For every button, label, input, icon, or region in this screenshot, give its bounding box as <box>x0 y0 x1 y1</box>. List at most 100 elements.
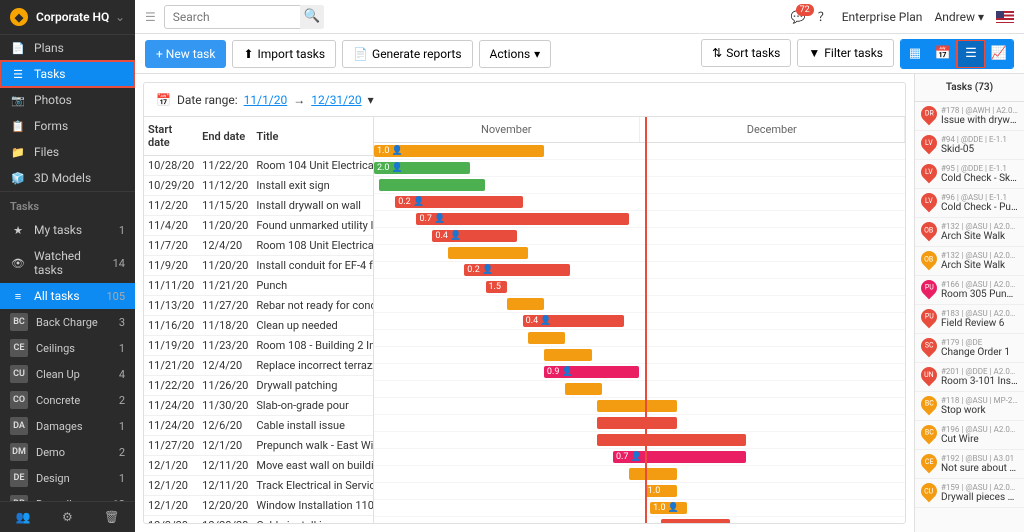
gantt-bar[interactable] <box>528 332 565 344</box>
nav-tasks[interactable]: ☰Tasks <box>0 61 135 87</box>
gantt-bar[interactable] <box>448 247 528 259</box>
category-drywall[interactable]: DRDrywall13 <box>0 491 135 501</box>
task-row[interactable]: 11/4/2011/20/20Found unmarked utility li… <box>144 216 374 236</box>
gantt-bar[interactable]: 0.7 👤 <box>613 451 746 463</box>
trash-icon[interactable]: 🗑 <box>104 510 119 524</box>
gantt-bar[interactable]: 0.4 👤 <box>432 230 517 242</box>
panel-task-item[interactable]: SC#179 | @DEChange Order 1 <box>915 334 1024 363</box>
gantt-bar[interactable] <box>597 434 746 446</box>
generate-reports-button[interactable]: 📄 Generate reports <box>342 40 472 68</box>
search-button[interactable]: 🔍 <box>300 5 324 29</box>
task-row[interactable]: 12/1/2012/20/20Window Installation 1105 <box>144 496 374 516</box>
new-task-button[interactable]: + New task <box>145 40 226 68</box>
panel-task-item[interactable]: BC#196 | @ASU | A2.01-1Cut Wire <box>915 421 1024 450</box>
users-icon[interactable]: 👥 <box>16 510 31 524</box>
date-to[interactable]: 12/31/20 <box>311 93 361 107</box>
panel-task-item[interactable]: CE#192 | @BSU | A3.01Not sure about this… <box>915 450 1024 479</box>
gantt-bar[interactable]: 0.2 👤 <box>395 196 522 208</box>
gear-icon[interactable]: ⚙ <box>62 510 73 524</box>
view-calendar-button[interactable]: 📅 <box>929 40 957 68</box>
col-start[interactable]: Start date <box>144 117 198 156</box>
actions-menu[interactable]: Actions ▾ <box>479 40 552 68</box>
panel-task-item[interactable]: LV#95 | @DDE | E-1.1Cold Check - Skid-05 <box>915 160 1024 189</box>
gantt-bar[interactable] <box>379 179 485 191</box>
panel-task-item[interactable]: CU#159 | @ASU | A2.01-1Drywall pieces on… <box>915 479 1024 508</box>
category-clean-up[interactable]: CUClean Up4 <box>0 361 135 387</box>
gantt-bar[interactable]: 0.4 👤 <box>523 315 624 327</box>
task-row[interactable]: 11/2/2011/15/20Install drywall on wall <box>144 196 374 216</box>
menu-icon[interactable]: ☰ <box>145 10 156 24</box>
gantt-bar[interactable]: 0.2 👤 <box>464 264 570 276</box>
gantt-bar[interactable]: 0.9 👤 <box>544 366 640 378</box>
task-row[interactable]: 11/21/2012/4/20Replace incorrect terrazz… <box>144 356 374 376</box>
task-row[interactable]: 11/9/2011/20/20Install conduit for EF-4 … <box>144 256 374 276</box>
gantt-bar[interactable] <box>661 519 730 523</box>
gantt-bar[interactable] <box>629 468 677 480</box>
gantt-bar[interactable] <box>507 298 544 310</box>
panel-task-item[interactable]: PU#166 | @ASU | A2.01-1Room 305 Punch In… <box>915 276 1024 305</box>
user-menu[interactable]: Andrew ▾ <box>934 10 984 24</box>
org-switcher[interactable]: ◆ Corporate HQ ⌄ <box>0 0 135 35</box>
task-row[interactable]: 11/13/2011/27/20Rebar not ready for conc… <box>144 296 374 316</box>
filter-my-tasks[interactable]: ★My tasks1 <box>0 217 135 243</box>
date-from[interactable]: 11/1/20 <box>244 93 288 107</box>
panel-task-item[interactable]: OB#132 | @ASU | A2.01-1Arch Site Walk <box>915 218 1024 247</box>
task-row[interactable]: 12/3/2012/20/20Cable install issue <box>144 516 374 524</box>
import-tasks-button[interactable]: ⬆ Import tasks <box>232 40 336 68</box>
nav-photos[interactable]: 📷Photos <box>0 87 135 113</box>
panel-task-item[interactable]: DR#178 | @AWH | A2.01-2Issue with drywal… <box>915 102 1024 131</box>
nav-3d-models[interactable]: 🧊3D Models <box>0 165 135 191</box>
task-row[interactable]: 11/24/2011/30/20Slab-on-grade pour <box>144 396 374 416</box>
task-row[interactable]: 11/7/2012/4/20Room 108 Unit Electrical <box>144 236 374 256</box>
gantt-bar[interactable]: 0.7 👤 <box>416 213 628 225</box>
category-ceilings[interactable]: CECeilings1 <box>0 335 135 361</box>
gantt-bar[interactable]: 1.0 👤 <box>645 485 677 497</box>
task-row[interactable]: 11/24/2012/6/20Cable install issue <box>144 416 374 436</box>
task-row[interactable]: 11/19/2011/23/20Room 108 - Building 2 In… <box>144 336 374 356</box>
category-damages[interactable]: DADamages1 <box>0 413 135 439</box>
gantt-bar[interactable] <box>565 383 602 395</box>
gantt-bar[interactable]: 1.0 👤 <box>650 502 687 514</box>
filter-watched-tasks[interactable]: 👁Watched tasks14 <box>0 243 135 283</box>
view-grid-button[interactable]: ▦ <box>901 40 929 68</box>
panel-task-item[interactable]: OB#132 | @ASU | A2.01-1Arch Site Walk <box>915 247 1024 276</box>
task-row[interactable]: 12/1/2012/11/20Track Electrical in Servi… <box>144 476 374 496</box>
nav-files[interactable]: 📁Files <box>0 139 135 165</box>
gantt-bar[interactable]: 1.5 👤 <box>486 281 507 293</box>
nav-plans[interactable]: 📄Plans <box>0 35 135 61</box>
gantt-row <box>374 517 905 523</box>
notifications-button[interactable]: 💬72 <box>791 10 806 24</box>
task-row[interactable]: 11/22/2011/26/20Drywall patching <box>144 376 374 396</box>
chevron-down-icon[interactable]: ▾ <box>368 93 374 107</box>
locale-flag[interactable] <box>996 11 1014 23</box>
panel-task-item[interactable]: LV#94 | @DDE | E-1.1Skid-05 <box>915 131 1024 160</box>
category-design[interactable]: DEDesign1 <box>0 465 135 491</box>
view-chart-button[interactable]: 📈 <box>985 40 1013 68</box>
sort-tasks-button[interactable]: ⇅ Sort tasks <box>701 39 791 67</box>
task-row[interactable]: 10/28/2011/22/20Room 104 Unit Electrical <box>144 156 374 176</box>
filter-tasks-button[interactable]: ▼ Filter tasks <box>797 39 894 67</box>
gantt-bar[interactable] <box>597 417 677 429</box>
panel-task-item[interactable]: BC#118 | @ASU | MP-2.1Stop work <box>915 392 1024 421</box>
panel-task-item[interactable]: PU#183 | @ASU | A2.01-1Field Review 6 <box>915 305 1024 334</box>
panel-task-item[interactable]: LV#96 | @ASU | E-1.1Cold Check - Punch l… <box>915 189 1024 218</box>
task-row[interactable]: 12/1/2012/11/20Move east wall on buildin… <box>144 456 374 476</box>
filter-all-tasks[interactable]: ≡All tasks105 <box>0 283 135 309</box>
gantt-bar[interactable]: 1.0 👤 <box>374 145 544 157</box>
task-row[interactable]: 10/29/2011/12/20Install exit sign <box>144 176 374 196</box>
task-row[interactable]: 11/11/2011/21/20Punch <box>144 276 374 296</box>
gantt-bar[interactable] <box>597 400 677 412</box>
gantt-bar[interactable]: 2.0 👤 <box>374 162 470 174</box>
gantt-bar[interactable] <box>544 349 592 361</box>
help-icon[interactable]: ？ <box>818 8 830 25</box>
task-row[interactable]: 11/27/2012/1/20Prepunch walk - East Wing <box>144 436 374 456</box>
nav-forms[interactable]: 📋Forms <box>0 113 135 139</box>
category-back-charge[interactable]: BCBack Charge3 <box>0 309 135 335</box>
col-title[interactable]: Title <box>252 117 374 156</box>
panel-task-item[interactable]: UN#201 | @DDE | A2.01-1Room 3-101 Instal… <box>915 363 1024 392</box>
view-gantt-button[interactable]: ☰ <box>957 40 985 68</box>
category-concrete[interactable]: COConcrete2 <box>0 387 135 413</box>
col-end[interactable]: End date <box>198 117 252 156</box>
task-row[interactable]: 11/16/2011/18/20Clean up needed <box>144 316 374 336</box>
category-demo[interactable]: DMDemo2 <box>0 439 135 465</box>
